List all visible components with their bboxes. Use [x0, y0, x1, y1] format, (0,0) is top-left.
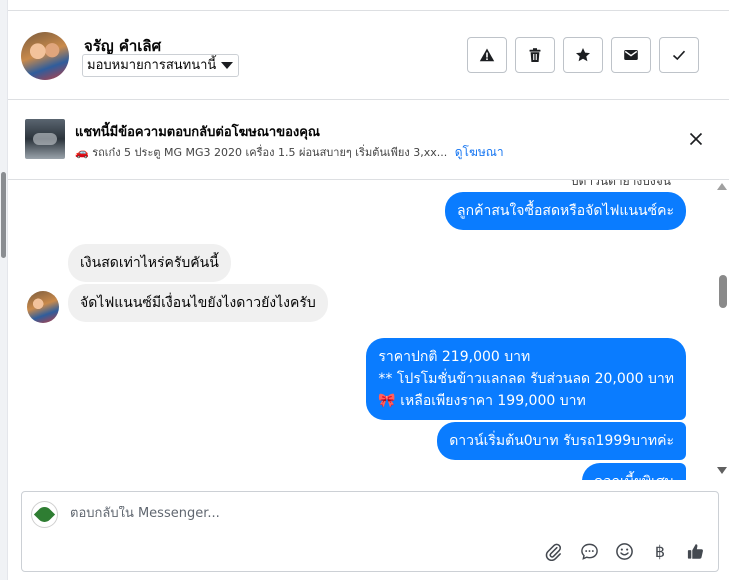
contact-avatar[interactable] — [21, 32, 69, 80]
conversation-header: จรัญ คำเลิศ มอบหมายการสนทนานี้ — [8, 11, 729, 100]
close-icon[interactable] — [688, 131, 704, 147]
left-scrollbar-thumb[interactable] — [1, 172, 6, 258]
thumbs-up-icon — [687, 543, 703, 559]
payment-button[interactable]: ฿ — [649, 540, 671, 562]
car-icon: 🚗 — [75, 146, 89, 159]
scroll-up-arrow[interactable] — [717, 183, 727, 190]
star-button[interactable] — [563, 37, 603, 73]
thread-scrollbar[interactable] — [713, 180, 729, 480]
ad-banner-title: แชทนี้มีข้อความตอบกลับต่อโฆษณาของคุณ — [75, 125, 320, 140]
message-bubble-outgoing[interactable]: ราคาปกติ 219,000 บาท ** โปรโมชั่นข้าวแลก… — [366, 338, 686, 420]
scroll-down-arrow[interactable] — [717, 467, 727, 474]
message-bubble-outgoing[interactable]: ดาวน์เริ่มต้น0บาท รับรถ1999บาทค่ะ — [437, 422, 686, 460]
envelope-icon — [624, 50, 638, 60]
saved-replies-button[interactable] — [578, 540, 600, 562]
scrollbar-thumb[interactable] — [719, 275, 727, 308]
mark-done-button[interactable] — [659, 37, 699, 73]
mark-unread-button[interactable] — [611, 37, 651, 73]
page-avatar — [31, 501, 58, 528]
message-line: ** โปรโมชั่นข้าวแลกลด รับส่วนลด 20,000 บ… — [378, 371, 674, 387]
like-button[interactable] — [684, 540, 706, 562]
left-scrollbar[interactable] — [0, 0, 8, 580]
ad-thumbnail[interactable] — [25, 119, 65, 159]
message-bubble-outgoing[interactable]: ลูกค้าสนใจซื้อสดหรือจัดไฟแนนซ์คะ — [445, 192, 686, 230]
message-thread[interactable]: บดาวนต่ำยางบงจน ลูกค้าสนใจซื้อสดหรือจัดไ… — [8, 180, 729, 480]
mark-spam-button[interactable] — [467, 37, 507, 73]
assign-conversation-dropdown[interactable]: มอบหมายการสนทนานี้ — [82, 54, 240, 77]
emoji-button[interactable] — [613, 540, 635, 562]
star-icon — [576, 48, 590, 62]
reply-input[interactable] — [70, 506, 630, 521]
baht-icon: ฿ — [654, 541, 666, 561]
message-bubble-outgoing[interactable]: ดอกเบี้ยพิเศษ — [582, 463, 686, 480]
message-bubble-incoming[interactable]: เงินสดเท่าไหร่ครับคันนี้ — [68, 244, 231, 282]
message-bubble-incoming[interactable]: จัดไฟแนนซ์มีเงื่อนไขยังไงดาวยังไงครับ — [68, 284, 328, 322]
ad-reply-banner: แชทนี้มีข้อความตอบกลับต่อโฆษณาของคุณ 🚗 ร… — [8, 100, 729, 180]
reply-composer: ฿ — [21, 491, 719, 572]
message-line: 🎀 เหลือเพียงราคา 199,000 บาท — [378, 393, 586, 409]
page-logo-icon — [33, 503, 56, 526]
assign-label: มอบหมายการสนทนานี้ — [87, 58, 217, 73]
sender-avatar[interactable] — [27, 291, 59, 323]
view-ad-link[interactable]: ดูโฆษณา — [455, 145, 504, 159]
trash-icon — [529, 48, 541, 62]
ad-description-line: 🚗 รถเก๋ง 5 ประตู MG MG3 2020 เครื่อง 1.5… — [75, 143, 504, 162]
check-icon — [672, 50, 686, 61]
smiley-icon — [615, 542, 633, 560]
chat-bubble-icon — [580, 543, 598, 560]
caret-down-icon — [221, 62, 234, 69]
attach-button[interactable] — [542, 540, 564, 562]
message-line: ราคาปกติ 219,000 บาท — [378, 349, 531, 365]
paperclip-icon — [545, 543, 561, 561]
delete-button[interactable] — [515, 37, 555, 73]
warning-icon — [479, 48, 495, 62]
clipped-message-text: บดาวนต่ำยางบงจน — [571, 180, 671, 188]
ad-description: รถเก๋ง 5 ประตู MG MG3 2020 เครื่อง 1.5 ผ… — [92, 146, 448, 159]
